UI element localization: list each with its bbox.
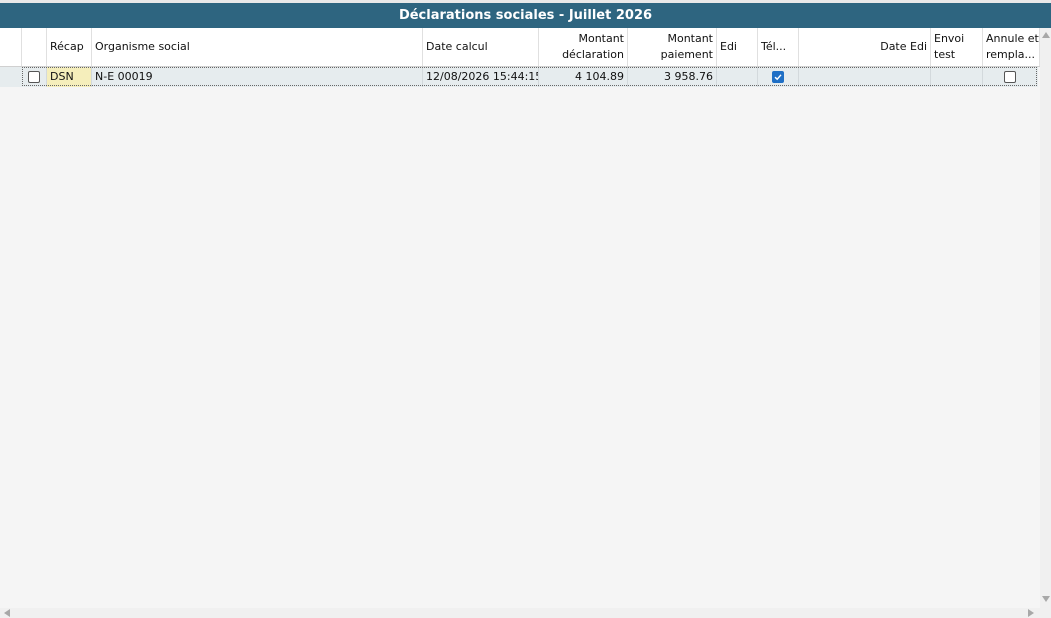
header-date-edi[interactable]: Date Edi (799, 28, 931, 66)
scroll-up-icon[interactable] (1042, 32, 1050, 38)
header-recap[interactable]: Récap (47, 28, 92, 66)
header-date-calcul[interactable]: Date calcul (423, 28, 539, 66)
header-montant-paiement-line1: Montant (667, 32, 713, 45)
header-edi-label: Edi (720, 40, 737, 53)
header-envoi-test-line2: test (934, 48, 956, 61)
header-montant-declaration-line2: déclaration (562, 48, 624, 61)
header-rowmarker (0, 28, 22, 66)
header-envoi-test[interactable]: Envoi test (931, 28, 983, 66)
header-edi[interactable]: Edi (717, 28, 758, 66)
row-focus-outline (22, 67, 1037, 86)
scrollbar-corner (1040, 608, 1051, 618)
window-title-bar: Déclarations sociales - Juillet 2026 (0, 3, 1051, 28)
header-montant-paiement[interactable]: Montant paiement (628, 28, 717, 66)
header-organisme[interactable]: Organisme social (92, 28, 423, 66)
table-header: Récap Organisme social Date calcul Monta… (0, 28, 1040, 67)
header-envoi-test-line1: Envoi (934, 32, 965, 45)
vertical-scrollbar[interactable] (1040, 28, 1051, 608)
header-montant-declaration-line1: Montant (578, 32, 624, 45)
header-date-edi-label: Date Edi (880, 40, 927, 53)
scroll-down-icon[interactable] (1042, 596, 1050, 602)
header-tel[interactable]: Tél... (758, 28, 799, 66)
scroll-left-icon[interactable] (4, 609, 10, 617)
header-select[interactable] (22, 28, 47, 66)
horizontal-scrollbar[interactable] (0, 608, 1040, 618)
header-date-calcul-label: Date calcul (426, 40, 488, 53)
header-annule-line1: Annule et (986, 32, 1039, 45)
header-montant-declaration[interactable]: Montant déclaration (539, 28, 628, 66)
header-annule-line2: rempla... (986, 48, 1036, 61)
header-organisme-label: Organisme social (95, 40, 190, 53)
table-row[interactable]: DSN N-E 00019 12/08/2026 15:44:15 4 104.… (0, 67, 1038, 87)
header-annule[interactable]: Annule et rempla... (983, 28, 1040, 66)
scroll-right-icon[interactable] (1028, 609, 1034, 617)
window-title: Déclarations sociales - Juillet 2026 (398, 8, 653, 23)
header-recap-label: Récap (50, 40, 84, 53)
header-tel-label: Tél... (761, 40, 787, 53)
header-montant-paiement-line2: paiement (660, 48, 713, 61)
